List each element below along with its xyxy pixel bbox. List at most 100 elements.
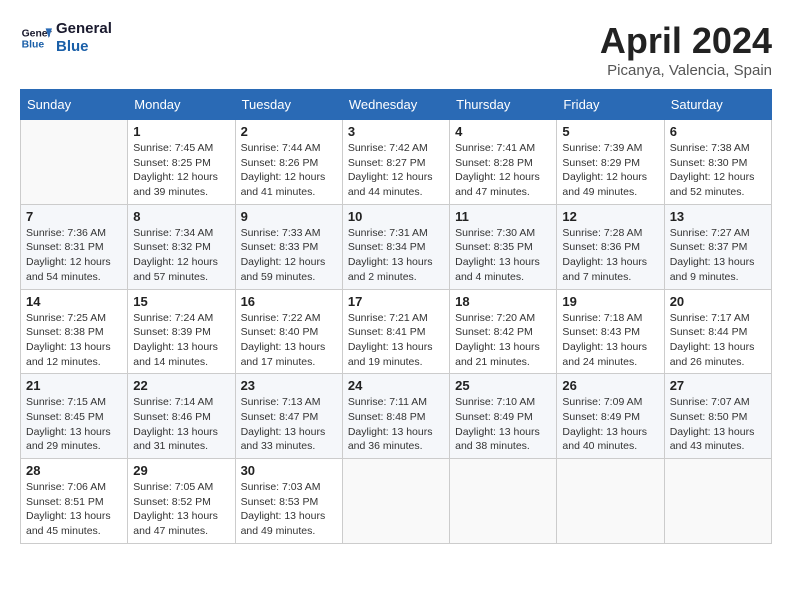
day-detail: Sunrise: 7:06 AM Sunset: 8:51 PM Dayligh… [26,480,122,539]
calendar-cell: 24 Sunrise: 7:11 AM Sunset: 8:48 PM Dayli… [342,374,449,459]
header-wednesday: Wednesday [342,90,449,120]
calendar-header-row: SundayMondayTuesdayWednesdayThursdayFrid… [21,90,772,120]
day-detail: Sunrise: 7:14 AM Sunset: 8:46 PM Dayligh… [133,395,229,454]
day-detail: Sunrise: 7:24 AM Sunset: 8:39 PM Dayligh… [133,311,229,370]
day-number: 23 [241,378,337,393]
calendar-cell: 6Sunrise: 7:38 AM Sunset: 8:30 PM Daylig… [664,120,771,205]
calendar-table: SundayMondayTuesdayWednesdayThursdayFrid… [20,89,772,544]
logo-general: General [56,20,112,38]
day-number: 30 [241,463,337,478]
day-detail: Sunrise: 7:25 AM Sunset: 8:38 PM Dayligh… [26,311,122,370]
day-detail: Sunrise: 7:44 AM Sunset: 8:26 PM Dayligh… [241,141,337,200]
header-friday: Friday [557,90,664,120]
calendar-cell: 17 Sunrise: 7:21 AM Sunset: 8:41 PM Dayli… [342,289,449,374]
day-detail: Sunrise: 7:31 AM Sunset: 8:34 PM Dayligh… [348,226,444,285]
day-number: 15 [133,294,229,309]
location-title: Picanya, Valencia, Spain [600,62,772,79]
calendar-cell: 11 Sunrise: 7:30 AM Sunset: 8:35 PM Dayli… [450,204,557,289]
calendar-cell: 25Sunrise: 7:10 AM Sunset: 8:49 PM Dayli… [450,374,557,459]
logo: General Blue General Blue [20,20,112,56]
day-number: 28 [26,463,122,478]
day-detail: Sunrise: 7:13 AM Sunset: 8:47 PM Dayligh… [241,395,337,454]
calendar-cell: 1Sunrise: 7:45 AM Sunset: 8:25 PM Daylig… [128,120,235,205]
day-number: 10 [348,209,444,224]
day-number: 16 [241,294,337,309]
day-detail: Sunrise: 7:20 AM Sunset: 8:42 PM Dayligh… [455,311,551,370]
day-number: 9 [241,209,337,224]
day-number: 19 [562,294,658,309]
day-detail: Sunrise: 7:11 AM Sunset: 8:48 PM Dayligh… [348,395,444,454]
header-monday: Monday [128,90,235,120]
day-number: 22 [133,378,229,393]
logo-icon: General Blue [20,22,52,54]
day-detail: Sunrise: 7:15 AM Sunset: 8:45 PM Dayligh… [26,395,122,454]
day-detail: Sunrise: 7:21 AM Sunset: 8:41 PM Dayligh… [348,311,444,370]
logo-blue: Blue [56,38,112,56]
header-sunday: Sunday [21,90,128,120]
day-detail: Sunrise: 7:27 AM Sunset: 8:37 PM Dayligh… [670,226,766,285]
calendar-cell: 7Sunrise: 7:36 AM Sunset: 8:31 PM Daylig… [21,204,128,289]
calendar-cell [450,459,557,544]
day-detail: Sunrise: 7:28 AM Sunset: 8:36 PM Dayligh… [562,226,658,285]
day-detail: Sunrise: 7:22 AM Sunset: 8:40 PM Dayligh… [241,311,337,370]
day-detail: Sunrise: 7:18 AM Sunset: 8:43 PM Dayligh… [562,311,658,370]
header-saturday: Saturday [664,90,771,120]
page-header: General Blue General Blue April 2024 Pic… [20,20,772,79]
calendar-cell: 16 Sunrise: 7:22 AM Sunset: 8:40 PM Dayli… [235,289,342,374]
calendar-cell: 8 Sunrise: 7:34 AM Sunset: 8:32 PM Daylig… [128,204,235,289]
day-number: 3 [348,124,444,139]
calendar-cell: 30 Sunrise: 7:03 AM Sunset: 8:53 PM Dayli… [235,459,342,544]
title-area: April 2024 Picanya, Valencia, Spain [600,20,772,79]
calendar-week-row: 21 Sunrise: 7:15 AM Sunset: 8:45 PM Dayli… [21,374,772,459]
calendar-week-row: 14 Sunrise: 7:25 AM Sunset: 8:38 PM Dayli… [21,289,772,374]
calendar-cell [342,459,449,544]
day-number: 7 [26,209,122,224]
day-number: 21 [26,378,122,393]
calendar-cell: 20 Sunrise: 7:17 AM Sunset: 8:44 PM Dayli… [664,289,771,374]
day-number: 25 [455,378,551,393]
calendar-cell: 19 Sunrise: 7:18 AM Sunset: 8:43 PM Dayli… [557,289,664,374]
day-number: 1 [133,124,229,139]
day-number: 8 [133,209,229,224]
day-number: 27 [670,378,766,393]
header-tuesday: Tuesday [235,90,342,120]
calendar-cell: 9 Sunrise: 7:33 AM Sunset: 8:33 PM Daylig… [235,204,342,289]
calendar-cell: 12 Sunrise: 7:28 AM Sunset: 8:36 PM Dayli… [557,204,664,289]
day-number: 11 [455,209,551,224]
calendar-cell: 5Sunrise: 7:39 AM Sunset: 8:29 PM Daylig… [557,120,664,205]
day-detail: Sunrise: 7:17 AM Sunset: 8:44 PM Dayligh… [670,311,766,370]
calendar-cell: 4Sunrise: 7:41 AM Sunset: 8:28 PM Daylig… [450,120,557,205]
calendar-cell [664,459,771,544]
calendar-cell: 18 Sunrise: 7:20 AM Sunset: 8:42 PM Dayli… [450,289,557,374]
day-number: 13 [670,209,766,224]
day-detail: Sunrise: 7:05 AM Sunset: 8:52 PM Dayligh… [133,480,229,539]
day-number: 12 [562,209,658,224]
day-number: 24 [348,378,444,393]
day-detail: Sunrise: 7:34 AM Sunset: 8:32 PM Dayligh… [133,226,229,285]
calendar-cell: 29Sunrise: 7:05 AM Sunset: 8:52 PM Dayli… [128,459,235,544]
calendar-cell: 21 Sunrise: 7:15 AM Sunset: 8:45 PM Dayli… [21,374,128,459]
calendar-cell: 27 Sunrise: 7:07 AM Sunset: 8:50 PM Dayli… [664,374,771,459]
month-title: April 2024 [600,20,772,62]
day-number: 14 [26,294,122,309]
calendar-cell [557,459,664,544]
day-detail: Sunrise: 7:33 AM Sunset: 8:33 PM Dayligh… [241,226,337,285]
day-number: 26 [562,378,658,393]
day-detail: Sunrise: 7:30 AM Sunset: 8:35 PM Dayligh… [455,226,551,285]
calendar-cell: 13 Sunrise: 7:27 AM Sunset: 8:37 PM Dayli… [664,204,771,289]
calendar-cell [21,120,128,205]
day-detail: Sunrise: 7:07 AM Sunset: 8:50 PM Dayligh… [670,395,766,454]
day-number: 20 [670,294,766,309]
day-number: 6 [670,124,766,139]
calendar-cell: 2Sunrise: 7:44 AM Sunset: 8:26 PM Daylig… [235,120,342,205]
calendar-cell: 10 Sunrise: 7:31 AM Sunset: 8:34 PM Dayli… [342,204,449,289]
day-number: 18 [455,294,551,309]
day-detail: Sunrise: 7:03 AM Sunset: 8:53 PM Dayligh… [241,480,337,539]
calendar-week-row: 1Sunrise: 7:45 AM Sunset: 8:25 PM Daylig… [21,120,772,205]
day-number: 4 [455,124,551,139]
calendar-week-row: 7Sunrise: 7:36 AM Sunset: 8:31 PM Daylig… [21,204,772,289]
day-number: 17 [348,294,444,309]
calendar-cell: 22 Sunrise: 7:14 AM Sunset: 8:46 PM Dayli… [128,374,235,459]
day-detail: Sunrise: 7:39 AM Sunset: 8:29 PM Dayligh… [562,141,658,200]
calendar-week-row: 28 Sunrise: 7:06 AM Sunset: 8:51 PM Dayli… [21,459,772,544]
